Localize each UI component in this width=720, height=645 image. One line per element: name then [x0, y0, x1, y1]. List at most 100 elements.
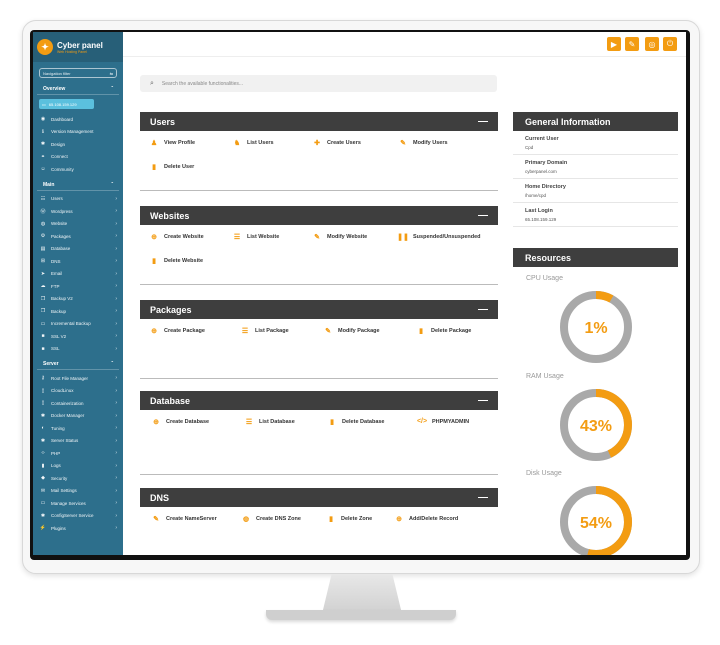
sidebar-item-dashboard[interactable]: ◉ Dashboard: [33, 113, 123, 126]
sidebar-item-connect[interactable]: ⚭ Connect: [33, 151, 123, 164]
sidebar-item-backup[interactable]: ❐ Backup ›: [33, 305, 123, 318]
info-icon: ℹ: [42, 128, 44, 135]
brand[interactable]: ✦ Cyber panel Web Hosting Panel: [33, 32, 123, 62]
chat-icon: ✎: [628, 39, 636, 49]
database-action-create-database[interactable]: ⊕ Create Database: [152, 418, 209, 426]
user-edit-icon: ✎: [400, 140, 406, 147]
websites-action-list-website[interactable]: ☰ List Website: [233, 233, 279, 241]
websites-action-delete-website[interactable]: ▮ Delete Website: [150, 257, 203, 265]
packages-action-list-package[interactable]: ☰ List Package: [241, 327, 289, 335]
key-icon: ⚷: [41, 375, 45, 382]
resources-title: Resources: [513, 248, 678, 267]
packages-action-modify-package[interactable]: ✎ Modify Package: [324, 327, 380, 335]
sidebar-item-packages[interactable]: ⚙ Packages ›: [33, 230, 123, 243]
sidebar-item-label: Design: [51, 141, 66, 147]
sidebar-item-ssl[interactable]: ■ SSL ›: [33, 343, 123, 356]
plus-circle-icon: ⊕: [153, 419, 159, 426]
info-row: Current User Cpd: [513, 131, 678, 155]
users-action-delete-user[interactable]: ▮ Delete User: [150, 163, 194, 171]
sidebar-item-design[interactable]: ✱ Design: [33, 138, 123, 151]
minimize-button[interactable]: —: [478, 395, 488, 406]
sidebar-item-version-management[interactable]: ℹ Version Management: [33, 126, 123, 139]
database-action-delete-database[interactable]: ▮ Delete Database: [328, 418, 384, 426]
dashboard-icon: ◉: [40, 116, 46, 123]
navigation-filter-input[interactable]: Navigation filter ⇆: [39, 68, 117, 78]
sidebar-item-manage-services[interactable]: ▭ Manage Services ›: [33, 497, 123, 510]
chat-button[interactable]: ✎: [625, 37, 639, 51]
sidebar-item-containerization[interactable]: ▯ Containerization ›: [33, 397, 123, 410]
websites-action-modify-website[interactable]: ✎ Modify Website: [313, 233, 367, 241]
sidebar-item-backup-v2[interactable]: ❐ Backup V2 ›: [33, 293, 123, 306]
sidebar-item-plugins[interactable]: ⚡ Plugins ›: [33, 522, 123, 535]
sidebar-item-tuning[interactable]: ◐ Tuning ›: [33, 422, 123, 435]
chevron-right-icon: ›: [115, 270, 117, 277]
minimize-button[interactable]: —: [478, 116, 488, 127]
sidebar-item-label: Backup V2: [51, 296, 73, 302]
minimize-button[interactable]: —: [478, 210, 488, 221]
sidebar-item-label: Security: [51, 475, 68, 481]
dns-action-create-nameserver[interactable]: ✎ Create NameServer: [152, 515, 217, 523]
youtube-button[interactable]: ▶: [607, 37, 621, 51]
sidebar-item-incremental-backup[interactable]: ▭ Incremental Backup ›: [33, 318, 123, 331]
search-input[interactable]: ⌕ Search the available functionalities..…: [140, 75, 497, 92]
websites-action-create-website[interactable]: ⊕ Create Website: [150, 233, 204, 241]
sidebar-item-mail-settings[interactable]: ✉ Mail Settings ›: [33, 485, 123, 498]
sidebar-item-ftp[interactable]: ☁ FTP ›: [33, 280, 123, 293]
sidebar-item-php[interactable]: ‹› PHP ›: [33, 447, 123, 460]
minimize-button[interactable]: —: [478, 492, 488, 503]
sidebar-item-database[interactable]: ▤ Database ›: [33, 243, 123, 256]
packages-action-create-package[interactable]: ⊕ Create Package: [150, 327, 205, 335]
sidebar-item-community[interactable]: ☺ Community: [33, 163, 123, 176]
sidebar-item-wordpress[interactable]: Ⓦ Wordpress ›: [33, 205, 123, 218]
websites-action-suspended-unsuspended[interactable]: ❚❚ Suspended/Unsuspended: [397, 233, 480, 241]
server-ip-badge[interactable]: ▭ 65.108.159.129: [39, 99, 94, 109]
dns-action-delete-zone[interactable]: ▮ Delete Zone: [327, 515, 372, 523]
chevron-right-icon: ›: [115, 333, 117, 340]
sidebar-item-root-file-manager[interactable]: ⚷ Root File Manager ›: [33, 372, 123, 385]
chevron-right-icon: ›: [115, 462, 117, 469]
users-panel: Users —: [140, 112, 498, 131]
sidebar-item-email[interactable]: ➤ Email ›: [33, 268, 123, 281]
users-action-list-users[interactable]: ♞ List Users: [233, 139, 274, 147]
users-action-modify-users[interactable]: ✎ Modify Users: [399, 139, 447, 147]
chevron-right-icon: ›: [115, 387, 117, 394]
action-label: Create Website: [164, 234, 204, 240]
packages-action-delete-package[interactable]: ▮ Delete Package: [417, 327, 471, 335]
sidebar-item-ssl-v2[interactable]: ■ SSL V2 ›: [33, 330, 123, 343]
dns-action-create-dns-zone[interactable]: ◍ Create DNS Zone: [242, 515, 301, 523]
sidebar-item-cloudlinux[interactable]: ▯ CloudLinux ›: [33, 385, 123, 398]
database-action-phpmyadmin[interactable]: </> PHPMYADMIN: [417, 418, 469, 425]
info-value: /home/cpd: [525, 193, 547, 198]
sidebar-item-users[interactable]: ☷ Users ›: [33, 193, 123, 206]
info-value: 65.108.159.129: [525, 217, 557, 222]
sidebar-item-security[interactable]: ◆ Security ›: [33, 472, 123, 485]
action-label: Delete Package: [431, 328, 472, 334]
minimize-button[interactable]: —: [478, 304, 488, 315]
sidebar-item-label: Dashboard: [51, 116, 74, 122]
adjust-icon: ◐: [41, 425, 45, 432]
database-action-list-database[interactable]: ☰ List Database: [245, 418, 295, 426]
section-server[interactable]: Server ˆ: [37, 357, 119, 370]
search-placeholder: Search the available functionalities...: [161, 80, 244, 87]
section-main[interactable]: Main ˆ: [37, 178, 119, 191]
sidebar-item-website[interactable]: ◍ Website ›: [33, 218, 123, 231]
dns-action-add-delete-record[interactable]: ⊕ Add/Delete Record: [395, 515, 458, 523]
section-overview[interactable]: Overview ˆ: [37, 82, 119, 95]
users-action-create-users[interactable]: ✚ Create Users: [313, 139, 361, 147]
sidebar-item-dns[interactable]: ⊞ DNS ›: [33, 255, 123, 268]
power-button[interactable]: ⏻: [663, 37, 677, 51]
action-label: Delete Website: [164, 258, 204, 264]
sidebar-item-logs[interactable]: ▮ Logs ›: [33, 460, 123, 473]
help-icon: ◎: [648, 39, 656, 49]
general-info-panel: General Information Current User Cpd Prima…: [513, 112, 678, 227]
sidebar-item-label: Incremental Backup: [51, 321, 91, 327]
help-button[interactable]: ◎: [645, 37, 659, 51]
users-action-view-profile[interactable]: ♟ View Profile: [150, 139, 195, 147]
chevron-right-icon: ›: [115, 475, 117, 482]
database-panel: Database —: [140, 391, 498, 410]
sidebar-item-server-status[interactable]: ✱ Server Status ›: [33, 435, 123, 448]
sidebar-item-docker-manager[interactable]: ✱ Docker Manager ›: [33, 410, 123, 423]
packages-panel-header: Packages —: [140, 300, 498, 319]
sidebar-item-configserver-service[interactable]: ✱ ConfigServer Service ›: [33, 510, 123, 523]
sidebar-item-label: Wordpress: [51, 208, 73, 214]
